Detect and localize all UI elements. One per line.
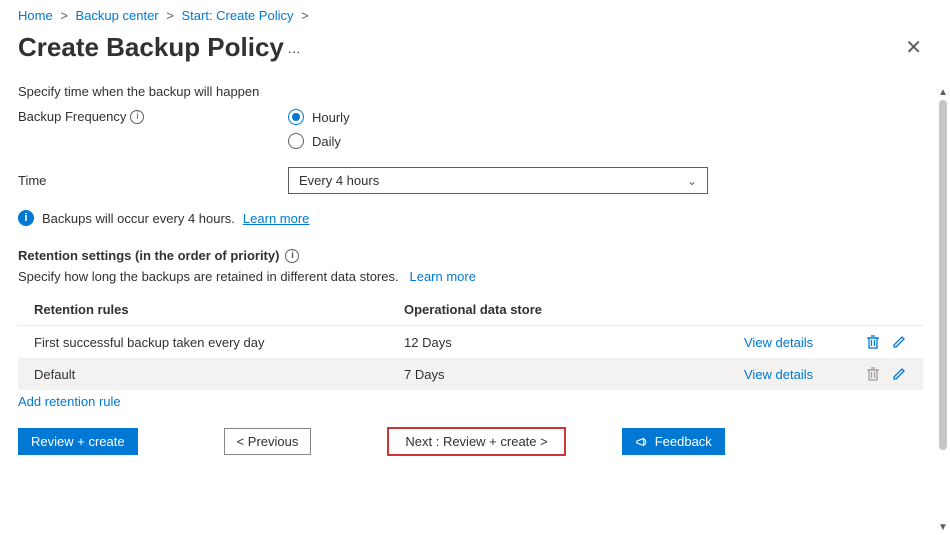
info-icon[interactable]: i [130,110,144,124]
rule-store: 7 Days [404,367,744,382]
scroll-thumb[interactable] [939,100,947,450]
megaphone-icon [635,435,649,449]
radio-hourly[interactable]: Hourly [288,109,350,125]
table-row: First successful backup taken every day … [18,326,923,358]
feedback-button[interactable]: Feedback [622,428,725,455]
retention-table: Retention rules Operational data store F… [18,294,923,390]
crumb-start-create-policy[interactable]: Start: Create Policy [181,8,293,23]
radio-daily-label: Daily [312,134,341,149]
crumb-backup-center[interactable]: Backup center [76,8,159,23]
radio-daily[interactable]: Daily [288,133,350,149]
vertical-scrollbar[interactable]: ▲ ▼ [938,86,948,533]
time-select-value: Every 4 hours [299,173,379,188]
rule-store: 12 Days [404,335,744,350]
specify-time-label: Specify time when the backup will happen [18,84,932,99]
learn-more-link[interactable]: Learn more [243,211,309,226]
rule-name: First successful backup taken every day [34,335,404,350]
chevron-down-icon: ⌄ [687,174,697,188]
edit-icon[interactable] [891,366,907,382]
radio-dot-icon [288,133,304,149]
view-details-link[interactable]: View details [744,367,864,382]
rule-name: Default [34,367,404,382]
col-retention-rules: Retention rules [34,302,404,317]
col-operational-store: Operational data store [404,302,744,317]
info-icon: i [18,210,34,226]
retention-settings-heading: Retention settings (in the order of prio… [18,248,279,263]
delete-icon[interactable] [865,334,881,350]
radio-hourly-label: Hourly [312,110,350,125]
backup-frequency-label: Backup Frequency [18,109,126,124]
more-button[interactable]: ··· [288,44,301,59]
time-select[interactable]: Every 4 hours ⌄ [288,167,708,194]
breadcrumb: Home > Backup center > Start: Create Pol… [18,8,932,23]
retention-learn-more-link[interactable]: Learn more [409,269,475,284]
previous-button[interactable]: < Previous [224,428,312,455]
scroll-up-icon[interactable]: ▲ [938,86,948,98]
edit-icon[interactable] [891,334,907,350]
crumb-home[interactable]: Home [18,8,53,23]
info-icon[interactable]: i [285,249,299,263]
next-review-create-button[interactable]: Next : Review + create > [387,427,565,456]
review-create-button[interactable]: Review + create [18,428,138,455]
scroll-down-icon[interactable]: ▼ [938,521,948,533]
add-retention-rule-link[interactable]: Add retention rule [18,394,121,409]
backup-info-text: Backups will occur every 4 hours. [42,211,235,226]
feedback-label: Feedback [655,434,712,449]
page-title: Create Backup Policy [18,32,284,62]
backup-frequency-radio-group: Hourly Daily [288,109,350,149]
radio-dot-icon [288,109,304,125]
time-label: Time [18,173,46,188]
table-row: Default 7 Days View details [18,358,923,390]
view-details-link[interactable]: View details [744,335,864,350]
close-button[interactable]: ✕ [895,31,932,64]
retention-desc: Specify how long the backups are retaine… [18,269,399,284]
delete-icon [865,366,881,382]
